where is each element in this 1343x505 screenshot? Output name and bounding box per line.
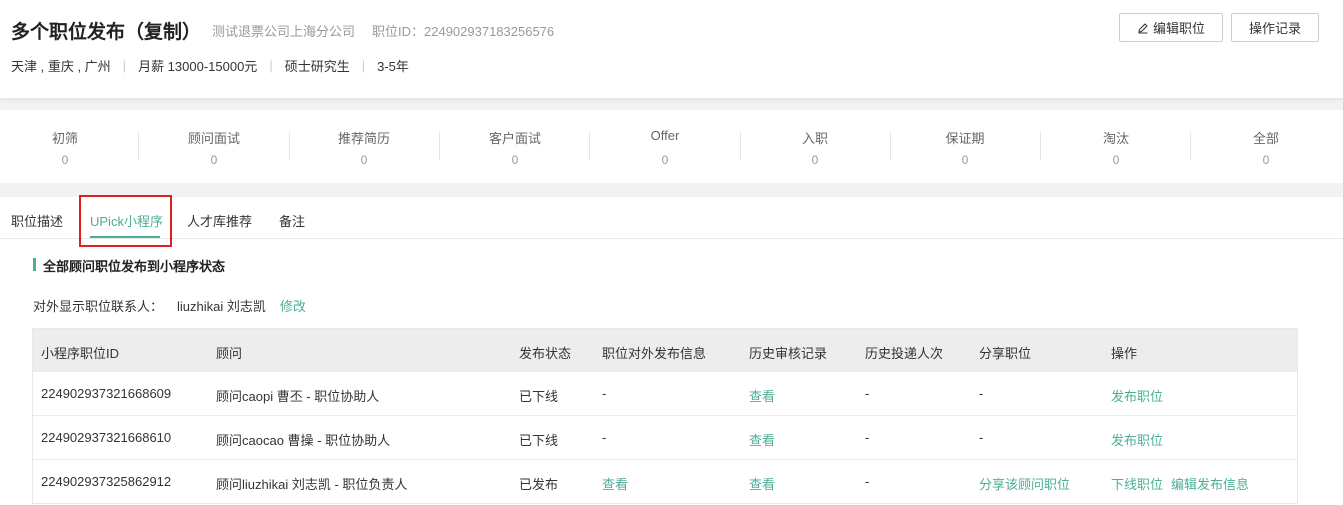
- stat-value: 0: [210, 153, 218, 167]
- cell-deliveries: -: [865, 430, 870, 445]
- cell-id: 224902937321668609: [41, 386, 172, 401]
- company-name: 测试退票公司上海分公司: [212, 24, 356, 39]
- operation-log-label: 操作记录: [1248, 21, 1301, 36]
- column-header: 小程序职位ID: [41, 346, 120, 361]
- column-header: 职位对外发布信息: [602, 346, 707, 361]
- cell-consultant: 顾问liuzhikai 刘志凯 - 职位负责人: [216, 477, 408, 492]
- section-title: 全部顾问职位发布到小程序状态: [43, 259, 226, 274]
- stat-all[interactable]: 全部 0: [1191, 110, 1341, 183]
- contact-name: liuzhikai 刘志凯: [177, 299, 266, 314]
- stat-label: 全部: [1252, 131, 1279, 146]
- stat-value: 0: [961, 153, 969, 167]
- stat-value: 0: [61, 153, 69, 167]
- cell-deliveries: -: [865, 474, 870, 489]
- column-header: 历史审核记录: [749, 346, 828, 361]
- share-consultant-job-link[interactable]: 分享该顾问职位: [979, 474, 1070, 493]
- stat-value: 0: [511, 153, 519, 167]
- cell-deliveries: -: [865, 386, 870, 401]
- tab-bar: 职位描述 UPick小程序 人才库推荐 备注: [0, 195, 1343, 247]
- job-header: 多个职位发布（复制） 测试退票公司上海分公司 职位ID：224902937183…: [0, 0, 1343, 98]
- cell-status: 已发布: [519, 477, 559, 492]
- operation-log-button[interactable]: 操作记录: [1231, 13, 1319, 42]
- cell-share: -: [979, 430, 984, 445]
- table-header: 小程序职位ID 顾问 发布状态 职位对外发布信息 历史审核记录 历史投递人次 分…: [33, 329, 1297, 371]
- cell-consultant: 顾问caopi 曹丕 - 职位协助人: [216, 389, 380, 404]
- stat-label: 入职: [801, 131, 828, 146]
- divider: |: [361, 58, 366, 73]
- cell-status: 已下线: [519, 389, 559, 404]
- cell-id: 224902937321668610: [41, 430, 172, 445]
- view-history-link[interactable]: 查看: [749, 430, 775, 449]
- tab-talent-pool[interactable]: 人才库推荐: [187, 211, 252, 230]
- stat-value: 0: [661, 153, 669, 167]
- edit-job-button[interactable]: 编辑职位: [1119, 13, 1223, 42]
- column-header: 分享职位: [979, 346, 1032, 361]
- stat-label: 保证期: [945, 131, 985, 146]
- job-cities: 天津 , 重庆 , 广州: [11, 59, 111, 74]
- cell-info: -: [602, 386, 607, 401]
- page-title: 多个职位发布（复制）: [11, 22, 202, 43]
- cell-info: -: [602, 430, 607, 445]
- stat-label: 推荐简历: [337, 131, 390, 146]
- stat-eliminated[interactable]: 淘汰 0: [1041, 110, 1191, 183]
- divider: |: [269, 58, 273, 73]
- stat-recommended-resumes[interactable]: 推荐简历 0: [289, 110, 439, 183]
- section-accent-bar: [33, 258, 36, 271]
- column-header: 发布状态: [519, 346, 572, 361]
- cell-share: -: [979, 386, 984, 401]
- stat-guarantee[interactable]: 保证期 0: [890, 110, 1040, 183]
- stat-value: 0: [1112, 153, 1120, 167]
- edit-job-label: 编辑职位: [1152, 21, 1205, 36]
- stat-value: 0: [811, 153, 819, 167]
- tab-notes[interactable]: 备注: [279, 211, 305, 230]
- table-row: 224902937325862912 顾问liuzhikai 刘志凯 - 职位负…: [33, 459, 1297, 503]
- job-education: 硕士研究生: [284, 59, 350, 74]
- view-history-link[interactable]: 查看: [749, 386, 775, 405]
- offline-job-link[interactable]: 下线职位: [1111, 474, 1163, 493]
- publish-status-table: 小程序职位ID 顾问 发布状态 职位对外发布信息 历史审核记录 历史投递人次 分…: [32, 328, 1298, 504]
- column-header: 顾问: [216, 346, 243, 361]
- modify-contact-link[interactable]: 修改: [280, 296, 306, 315]
- contact-row: 对外显示职位联系人： liuzhikai 刘志凯 修改: [33, 296, 306, 315]
- publish-job-link[interactable]: 发布职位: [1111, 430, 1163, 449]
- stat-label: 客户面试: [488, 131, 541, 146]
- cell-status: 已下线: [519, 433, 559, 448]
- table-row: 224902937321668609 顾问caopi 曹丕 - 职位协助人 已下…: [33, 371, 1297, 415]
- edit-icon: [1138, 22, 1148, 33]
- stat-label: Offer: [650, 128, 680, 143]
- stat-value: 0: [360, 153, 368, 167]
- stat-client-interview[interactable]: 客户面试 0: [440, 110, 590, 183]
- divider: |: [122, 58, 127, 73]
- contact-label: 对外显示职位联系人：: [33, 299, 164, 314]
- stat-label: 淘汰: [1102, 131, 1129, 146]
- column-header: 历史投递人次: [865, 346, 944, 361]
- job-id: 职位ID：224902937183256576: [372, 24, 555, 39]
- pipeline-stats: 初筛 0 顾问面试 0 推荐简历 0 客户面试 0 Offer 0 入职 0 保证期 0 淘汰…: [0, 110, 1343, 183]
- column-header: 操作: [1111, 346, 1138, 361]
- stat-label: 初筛: [51, 131, 78, 146]
- stat-value: 0: [1262, 153, 1270, 167]
- job-meta: 天津 , 重庆 , 广州 | 月薪 13000-15000元 | 硕士研究生 |…: [11, 56, 409, 75]
- view-history-link[interactable]: 查看: [749, 474, 775, 493]
- tab-content-panel: 职位描述 UPick小程序 人才库推荐 备注 全部顾问职位发布到小程序状态 对外…: [0, 195, 1343, 505]
- view-publish-info-link[interactable]: 查看: [602, 474, 628, 493]
- cell-id: 224902937325862912: [41, 474, 172, 489]
- publish-job-link[interactable]: 发布职位: [1111, 386, 1163, 405]
- job-experience: 3-5年: [377, 59, 409, 74]
- table-row: 224902937321668610 顾问caocao 曹操 - 职位协助人 已…: [33, 415, 1297, 459]
- stat-label: 顾问面试: [187, 131, 240, 146]
- stat-screening[interactable]: 初筛 0: [0, 110, 140, 183]
- annotation-highlight-box: [79, 195, 172, 247]
- stat-consultant-interview[interactable]: 顾问面试 0: [139, 110, 289, 183]
- tab-job-description[interactable]: 职位描述: [11, 211, 63, 230]
- job-salary: 月薪 13000-15000元: [138, 59, 258, 74]
- stat-offer[interactable]: Offer 0: [590, 110, 740, 183]
- edit-publish-info-link[interactable]: 编辑发布信息: [1171, 474, 1249, 493]
- stat-onboard[interactable]: 入职 0: [740, 110, 890, 183]
- cell-consultant: 顾问caocao 曹操 - 职位协助人: [216, 433, 391, 448]
